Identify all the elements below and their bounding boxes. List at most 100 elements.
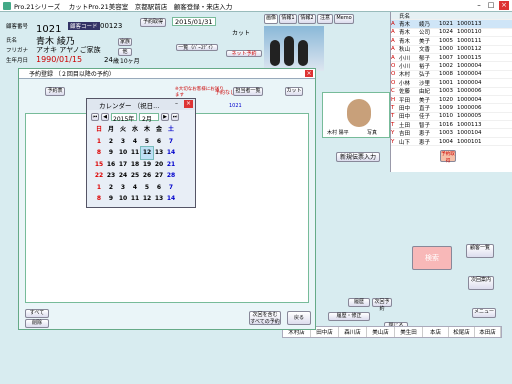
tab-caution[interactable]: 注意 [317, 14, 333, 24]
appt-list-button[interactable]: 一覧（ﾊﾞｰｽﾃﾞｲ） [176, 44, 218, 51]
customer-list-button[interactable]: 顧客一覧 [466, 244, 494, 258]
new-slip-button[interactable]: 新規伝票入力 [336, 152, 380, 162]
tab-memo[interactable]: Memo [334, 14, 354, 24]
calendar-day[interactable]: 13 [153, 193, 165, 205]
calendar-day[interactable]: 11 [129, 193, 141, 205]
list-cell: 田中 [399, 114, 411, 121]
menu-button[interactable]: メニュー [472, 308, 496, 318]
store-tab[interactable]: 本田店 [475, 327, 501, 337]
next-year-icon[interactable]: ⏭ [171, 113, 179, 121]
calendar-day[interactable]: 25 [129, 170, 141, 182]
calendar-day[interactable]: 22 [93, 170, 105, 182]
calendar-day[interactable]: 10 [117, 147, 129, 159]
calendar-day[interactable]: 14 [165, 147, 177, 159]
calendar-day[interactable]: 1 [93, 182, 105, 194]
calendar-close-icon[interactable]: × [184, 100, 193, 108]
store-tab[interactable]: 本店 [423, 327, 449, 337]
store-tab[interactable]: 森川店 [339, 327, 367, 337]
year-field[interactable]: 2015年 [111, 113, 137, 123]
customer-kana[interactable]: アオキ アヤノご家族 [36, 45, 101, 55]
back-button[interactable]: 戻る [287, 311, 311, 325]
calendar-popup: カレンダー （祝日... – × ⏮ ◀ 2015年 2月 ▶ ⏭ 日月火水木金… [86, 98, 196, 208]
calendar-day[interactable]: 17 [117, 159, 129, 171]
next-guide-button[interactable]: 次回案内 [468, 276, 494, 290]
minimize-icon[interactable]: – [474, 1, 484, 10]
calendar-day[interactable]: 11 [129, 147, 141, 159]
calendar-day[interactable]: 7 [165, 136, 177, 148]
calendar-day[interactable]: 14 [165, 193, 177, 205]
subwin-close-icon[interactable]: × [305, 70, 313, 77]
next-appt-button[interactable]: 次回予約 [372, 298, 392, 312]
calendar-day[interactable]: 24 [117, 170, 129, 182]
store-tab[interactable]: 松尾店 [449, 327, 475, 337]
calendar-day[interactable]: 23 [105, 170, 117, 182]
calendar-day[interactable]: 2 [105, 182, 117, 194]
tab-image[interactable]: 画像 [264, 14, 278, 24]
other-button[interactable]: 他 [118, 48, 132, 56]
cut-button[interactable]: カット [285, 87, 303, 96]
next-month-icon[interactable]: ▶ [161, 113, 169, 121]
list-item[interactable]: Y 山下 恵子 1004 1000101 [391, 138, 512, 147]
calendar-day[interactable]: 2 [105, 136, 117, 148]
calendar-day[interactable]: 5 [141, 136, 153, 148]
prev-year-icon[interactable]: ⏮ [91, 113, 99, 121]
appt-date[interactable]: 2015/01/31 [172, 17, 216, 26]
calendar-day[interactable]: 13 [153, 147, 165, 159]
calendar-day[interactable]: 12 [141, 193, 153, 205]
wait-appt-button[interactable]: 予約取得 [440, 150, 456, 164]
calendar-day[interactable]: 9 [105, 193, 117, 205]
history-button[interactable]: 履歴 [348, 298, 370, 307]
calendar-day[interactable]: 9 [105, 147, 117, 159]
list-cell: A [391, 21, 395, 28]
delete-button[interactable]: 削除 [25, 319, 49, 328]
tab-info1[interactable]: 情報1 [279, 14, 297, 24]
calendar-day[interactable]: 6 [153, 136, 165, 148]
calendar-day[interactable]: 27 [153, 170, 165, 182]
family-button[interactable]: 家族 [118, 38, 132, 46]
weekday-label: 木 [143, 126, 150, 133]
calendar-day[interactable]: 5 [141, 182, 153, 194]
calendar-day[interactable]: 4 [129, 182, 141, 194]
calendar-day[interactable]: 3 [117, 182, 129, 194]
stylist-list-button[interactable]: 担当者一覧 [233, 87, 263, 96]
calendar-day[interactable]: 20 [153, 159, 165, 171]
list-cell: 青木 [399, 30, 411, 37]
calendar-day[interactable]: 1 [93, 136, 105, 148]
calendar-minimize-icon[interactable]: – [175, 100, 183, 108]
predict-button[interactable]: 予約表 [45, 87, 65, 96]
calendar-day[interactable]: 8 [93, 147, 105, 159]
close-icon[interactable]: × [499, 1, 509, 10]
list-cell: 吉田 [399, 131, 411, 138]
tab-info2[interactable]: 情報2 [298, 14, 316, 24]
maximize-icon[interactable]: □ [486, 1, 496, 10]
calendar-day[interactable]: 18 [129, 159, 141, 171]
history-edit-button[interactable]: 履歴・修正 [328, 312, 370, 321]
store-tab[interactable]: 美生田 [395, 327, 423, 337]
calendar-day[interactable]: 26 [141, 170, 153, 182]
calendar-day[interactable]: 4 [129, 136, 141, 148]
calendar-day[interactable]: 21 [165, 159, 177, 171]
calendar-day[interactable]: 15 [93, 159, 105, 171]
calendar-day[interactable]: 10 [117, 193, 129, 205]
list-cell: 土田 [399, 122, 411, 129]
calendar-day[interactable]: 6 [153, 182, 165, 194]
birth-date[interactable]: 1990/01/15 [36, 55, 82, 64]
calendar-day[interactable]: 8 [93, 193, 105, 205]
calendar-day[interactable]: 3 [117, 136, 129, 148]
prev-month-icon[interactable]: ◀ [101, 113, 109, 121]
calendar-day[interactable]: 12 [140, 146, 154, 160]
net-appt-button[interactable]: ネット予約 [226, 50, 262, 57]
customer-list[interactable]: 氏名 A 青木 綾乃 1021 1000113 A 青木 公司 1024 1000110 A 青木 美子… [390, 12, 512, 172]
appt-button[interactable]: 予約取得 [140, 18, 166, 27]
store-tab[interactable]: 美山店 [367, 327, 395, 337]
search-button[interactable]: 検索 [412, 246, 452, 270]
calendar-day[interactable]: 28 [165, 170, 177, 182]
calendar-day[interactable]: 16 [105, 159, 117, 171]
calendar-day[interactable]: 19 [141, 159, 153, 171]
staff-photo-label: 写真 [367, 130, 378, 136]
all-appts-button[interactable]: 次回を含む すべての予約 [249, 311, 281, 325]
calendar-day[interactable]: 7 [165, 182, 177, 194]
all-button[interactable]: すべて [25, 309, 49, 318]
list-cell: 1000113 [457, 21, 482, 28]
month-field[interactable]: 2月 [139, 113, 159, 123]
